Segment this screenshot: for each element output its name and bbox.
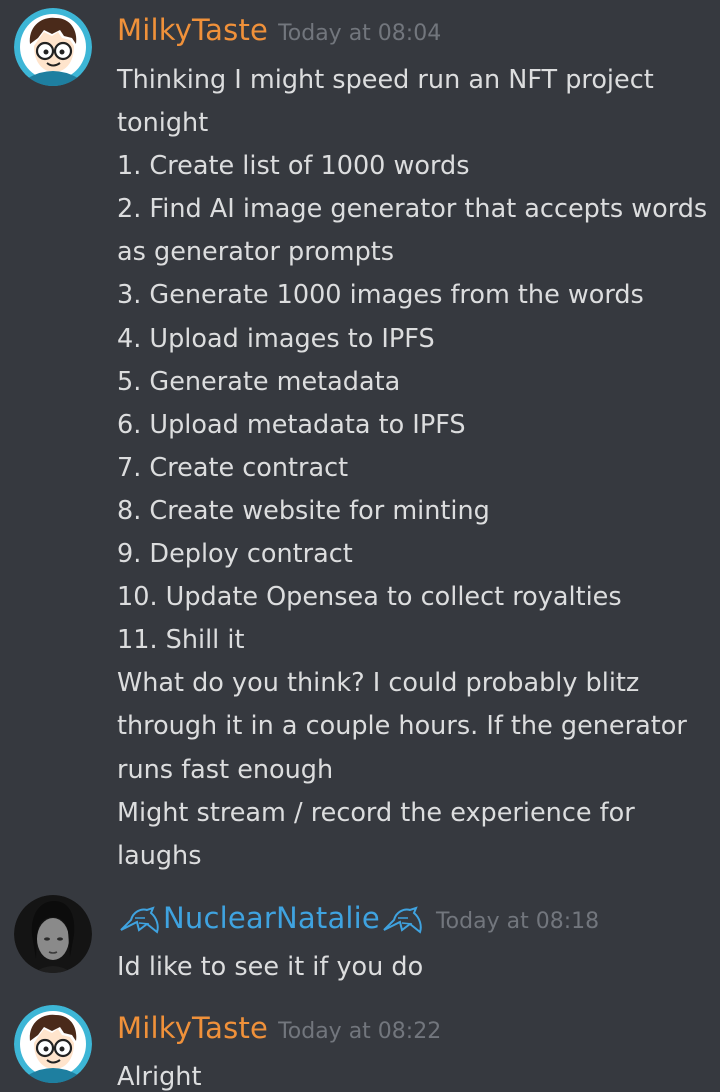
message-content: Thinking I might speed run an NFT projec… (117, 59, 708, 878)
message-line: as generator prompts (117, 237, 395, 268)
message-line: What do you think? I could probably blit… (117, 668, 640, 699)
message-line: 10. Update Opensea to collect royalties (117, 582, 622, 613)
message-header: NuclearNatalie Today at 08:18 (117, 901, 599, 938)
timestamp: Today at 08:22 (278, 1019, 442, 1044)
portrait-avatar-icon (14, 895, 92, 973)
message-line: 4. Upload images to IPFS (117, 323, 435, 354)
message-line: Alright (117, 1062, 202, 1092)
cartoon-avatar-icon (14, 8, 92, 86)
message-line: through it in a couple hours. If the gen… (117, 711, 687, 742)
message-line: Thinking I might speed run an NFT projec… (117, 65, 654, 95)
message-line: runs fast enough (117, 754, 334, 785)
username[interactable]: NuclearNatalie (163, 901, 380, 935)
message-header: MilkyTaste Today at 08:22 (117, 1011, 441, 1045)
user-avatar[interactable] (14, 8, 92, 86)
message-line: 3. Generate 1000 images from the words (117, 280, 644, 311)
message-line: 5. Generate metadata (117, 366, 401, 397)
timestamp: Today at 08:18 (435, 909, 600, 934)
message-content: Alright (117, 1056, 706, 1092)
message-line: Id like to see it if you do (117, 952, 424, 982)
message-line: 9. Deploy contract (117, 539, 353, 570)
message-line: 2. Find AI image generator that accepts … (117, 194, 708, 225)
message-line: 6. Upload metadata to IPFS (117, 409, 466, 440)
message-line: Might stream / record the experience for (117, 797, 635, 828)
username[interactable]: MilkyTaste (117, 13, 268, 47)
bird-icon (117, 904, 163, 938)
message-header: MilkyTaste Today at 08:04 (117, 13, 441, 47)
user-avatar[interactable] (14, 895, 92, 973)
message-line: 7. Create contract (117, 452, 349, 483)
message-line: 8. Create website for minting (117, 495, 490, 526)
timestamp: Today at 08:04 (278, 21, 442, 46)
bird-icon (380, 904, 426, 938)
user-avatar[interactable] (14, 1005, 92, 1083)
message-line: 11. Shill it (117, 625, 245, 656)
cartoon-avatar-icon (14, 1005, 92, 1083)
username[interactable]: MilkyTaste (117, 1011, 268, 1045)
message-line: laughs (117, 840, 202, 871)
chat-message-list: MilkyTaste Today at 08:04 Thinking I migh… (0, 0, 720, 1092)
message-line: tonight (117, 108, 209, 139)
message-content: Id like to see it if you do (117, 946, 706, 989)
message-line: 1. Create list of 1000 words (117, 151, 470, 182)
